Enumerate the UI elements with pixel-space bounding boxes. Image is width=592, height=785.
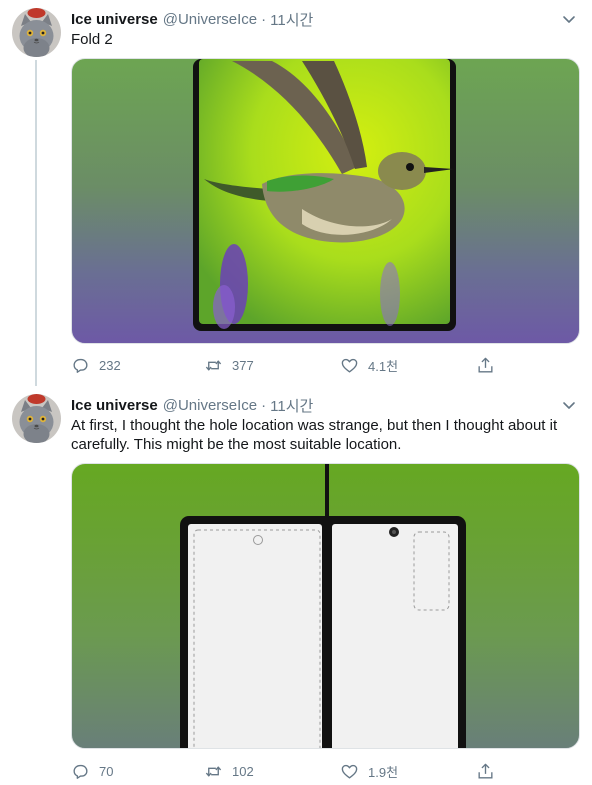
retweet-count: 102 bbox=[232, 763, 254, 779]
like-count: 1.9천 bbox=[368, 764, 399, 780]
tweet-actions: 70 102 1.9천 bbox=[71, 761, 511, 781]
reply-button[interactable]: 232 bbox=[71, 355, 121, 375]
share-button[interactable] bbox=[476, 761, 495, 781]
heart-icon bbox=[341, 764, 358, 779]
chevron-down-icon[interactable] bbox=[560, 396, 578, 414]
tweet-header: Ice universe @UniverseIce · 11시간 bbox=[71, 9, 313, 29]
tweet-text: At first, I thought the hole location wa… bbox=[71, 417, 558, 453]
heart-icon bbox=[341, 358, 358, 373]
cat-avatar-icon bbox=[12, 8, 61, 57]
separator-dot: · bbox=[261, 10, 267, 28]
reply-icon bbox=[73, 358, 88, 373]
user-handle[interactable]: @UniverseIce bbox=[163, 397, 257, 414]
reply-count: 232 bbox=[99, 357, 121, 373]
retweet-button[interactable]: 377 bbox=[204, 355, 254, 375]
like-button[interactable]: 4.1천 bbox=[340, 355, 398, 375]
share-button[interactable] bbox=[476, 355, 495, 375]
display-name[interactable]: Ice universe bbox=[71, 397, 158, 414]
retweet-icon bbox=[205, 765, 222, 777]
display-name[interactable]: Ice universe bbox=[71, 11, 158, 28]
share-icon bbox=[478, 763, 493, 779]
tweet-media-image[interactable] bbox=[71, 58, 580, 344]
foldable-phone-diagram-image bbox=[180, 464, 466, 748]
like-button[interactable]: 1.9천 bbox=[340, 761, 398, 781]
retweet-count: 377 bbox=[232, 357, 254, 373]
timestamp[interactable]: 11시간 bbox=[270, 395, 313, 416]
user-handle[interactable]: @UniverseIce bbox=[163, 11, 257, 28]
tweet[interactable]: Ice universe @UniverseIce · 11시간 Fold 2 bbox=[0, 0, 592, 386]
tweet-media-image[interactable] bbox=[71, 463, 580, 749]
separator-dot: · bbox=[261, 396, 267, 414]
reply-icon bbox=[73, 764, 88, 779]
tweet[interactable]: Ice universe @UniverseIce · 11시간 At firs… bbox=[0, 386, 592, 785]
retweet-icon bbox=[205, 359, 222, 371]
avatar[interactable] bbox=[12, 8, 61, 57]
chevron-down-icon[interactable] bbox=[560, 10, 578, 28]
tweet-text: Fold 2 bbox=[71, 31, 113, 48]
share-icon bbox=[478, 357, 493, 373]
reply-count: 70 bbox=[99, 763, 114, 779]
avatar[interactable] bbox=[12, 394, 61, 443]
hummingbird-phone-image bbox=[193, 59, 456, 331]
timestamp[interactable]: 11시간 bbox=[270, 9, 313, 30]
cat-avatar-icon bbox=[12, 394, 61, 443]
tweet-header: Ice universe @UniverseIce · 11시간 bbox=[71, 395, 313, 415]
reply-button[interactable]: 70 bbox=[71, 761, 113, 781]
like-count: 4.1천 bbox=[368, 358, 399, 374]
retweet-button[interactable]: 102 bbox=[204, 761, 254, 781]
tweet-actions: 232 377 4.1천 bbox=[71, 355, 511, 375]
